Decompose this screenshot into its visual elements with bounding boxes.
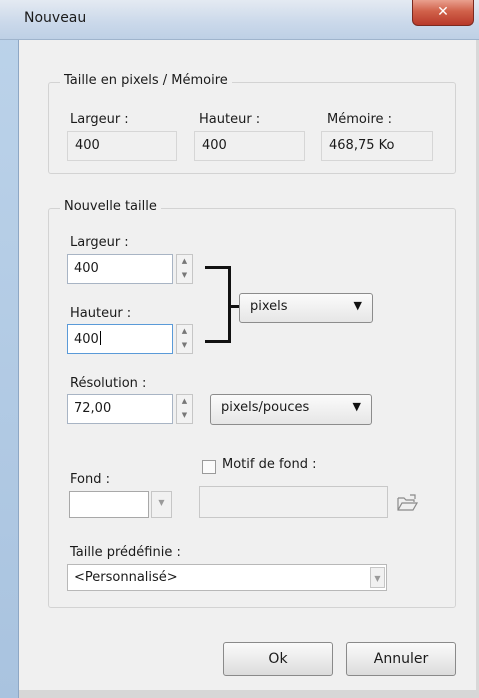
cancel-button[interactable]: Annuler [346,642,456,676]
resolution-unit-dropdown[interactable]: pixels/pouces ▼ [210,394,372,425]
preset-label: Taille prédéfinie : [70,545,181,560]
new-height-input[interactable]: 400 [67,324,173,354]
spin-up-icon[interactable]: ▲ [177,395,192,409]
memory-height-value: 400 [194,131,305,161]
window-frame-edge [18,40,19,698]
background-color-swatch[interactable] [69,491,149,518]
link-bracket-top [205,266,230,269]
chevron-down-icon: ▼ [158,498,165,507]
new-size-group-title: Nouvelle taille [60,199,161,214]
memory-label: Mémoire : [327,112,393,127]
new-height-label: Hauteur : [70,306,132,321]
window-frame-left [0,0,18,698]
size-unit-dropdown[interactable]: pixels ▼ [239,293,373,323]
resolution-label: Résolution : [70,376,147,391]
background-color-button[interactable]: ▼ [151,491,172,518]
pattern-checkbox[interactable] [202,460,216,474]
resolution-unit-value: pixels/pouces [221,400,310,415]
memory-width-value: 400 [67,131,177,161]
close-icon: ✕ [437,4,449,20]
link-bracket-bottom [205,340,230,343]
chevron-down-icon: ▼ [353,299,362,312]
background-label: Fond : [70,472,110,487]
size-unit-value: pixels [250,299,288,314]
spin-up-icon[interactable]: ▲ [177,255,192,269]
preset-value: <Personnalisé> [74,570,178,585]
resolution-spinner[interactable]: ▲ ▼ [176,394,193,424]
text-cursor [99,331,101,345]
close-button[interactable]: ✕ [412,0,474,26]
memory-group-title: Taille en pixels / Mémoire [60,73,232,88]
memory-width-label: Largeur : [70,112,129,127]
window-title: Nouveau [24,10,87,26]
memory-value: 468,75 Ko [321,131,433,161]
spin-down-icon[interactable]: ▼ [177,269,192,283]
height-spinner[interactable]: ▲ ▼ [176,324,193,354]
resolution-input[interactable]: 72,00 [67,394,173,424]
spin-down-icon[interactable]: ▼ [177,409,192,423]
new-width-input[interactable]: 400 [67,254,173,284]
spin-down-icon[interactable]: ▼ [177,339,192,353]
ok-button[interactable]: Ok [223,642,333,676]
memory-height-label: Hauteur : [199,112,261,127]
preset-combobox[interactable]: <Personnalisé> [67,564,387,591]
spin-up-icon[interactable]: ▲ [177,325,192,339]
chevron-down-icon: ▼ [374,574,381,583]
pattern-checkbox-label: Motif de fond : [222,457,317,472]
pattern-path-field[interactable] [199,486,388,518]
chevron-down-icon: ▼ [352,400,361,413]
folder-open-icon[interactable] [396,494,420,512]
width-spinner[interactable]: ▲ ▼ [176,254,193,284]
preset-dropdown-button[interactable]: ▼ [370,567,385,588]
window-frame-bottom [18,690,479,698]
new-width-label: Largeur : [70,235,129,250]
